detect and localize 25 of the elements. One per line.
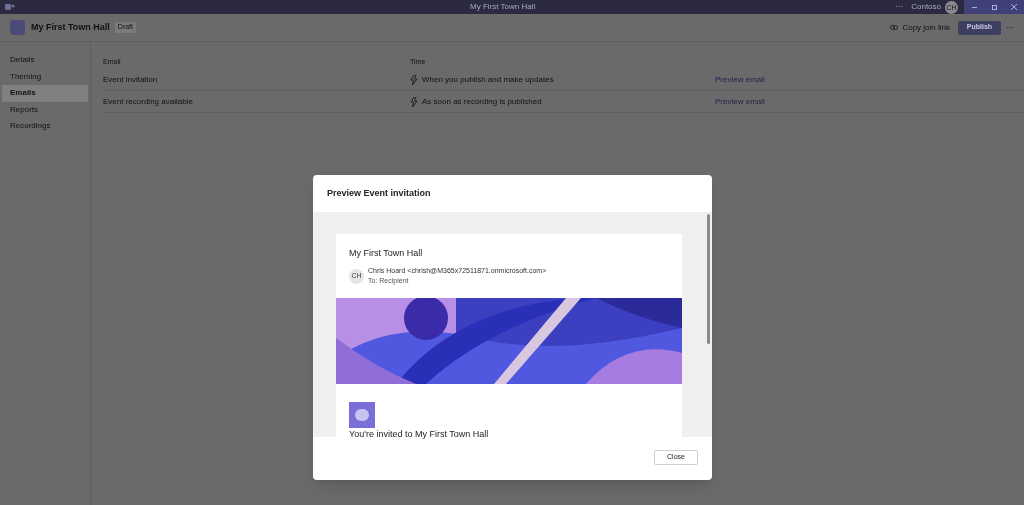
sidebar-item[interactable]: Theming: [2, 68, 88, 85]
event-icon: [10, 20, 25, 35]
dialog-title: Preview Event invitation: [327, 186, 431, 200]
lightning-icon: [410, 96, 418, 107]
table-cell-text: Event invitation: [103, 73, 159, 86]
table-cell: When you publish and make updates: [422, 73, 554, 86]
copy-join-link-button[interactable]: Copy join link: [890, 21, 950, 34]
sidebar-item[interactable]: Emails: [2, 85, 88, 102]
email-subject: My First Town Hall: [349, 247, 424, 260]
more-button[interactable]: ···: [1006, 21, 1014, 34]
close-icon: [1011, 4, 1017, 10]
sidebar-item[interactable]: Reports: [2, 101, 88, 118]
table-cell: As soon as recording is published: [422, 95, 542, 108]
app-icon: [5, 3, 15, 11]
table-cell-text: Event recording available: [103, 95, 194, 108]
page-title: My First Town Hall: [31, 20, 110, 34]
sidebar-item[interactable]: Recordings: [2, 118, 88, 135]
event-logo-icon: [349, 402, 375, 428]
org-name: Contoso: [911, 3, 941, 11]
email-heading: You're invited to My First Town Hall: [349, 428, 489, 441]
sidebar-item[interactable]: Details: [2, 52, 88, 69]
lightning-icon: [410, 74, 418, 85]
window-title: My First Town Hall: [470, 3, 536, 11]
link-icon: [890, 25, 899, 30]
more-button[interactable]: ···: [895, 3, 904, 11]
